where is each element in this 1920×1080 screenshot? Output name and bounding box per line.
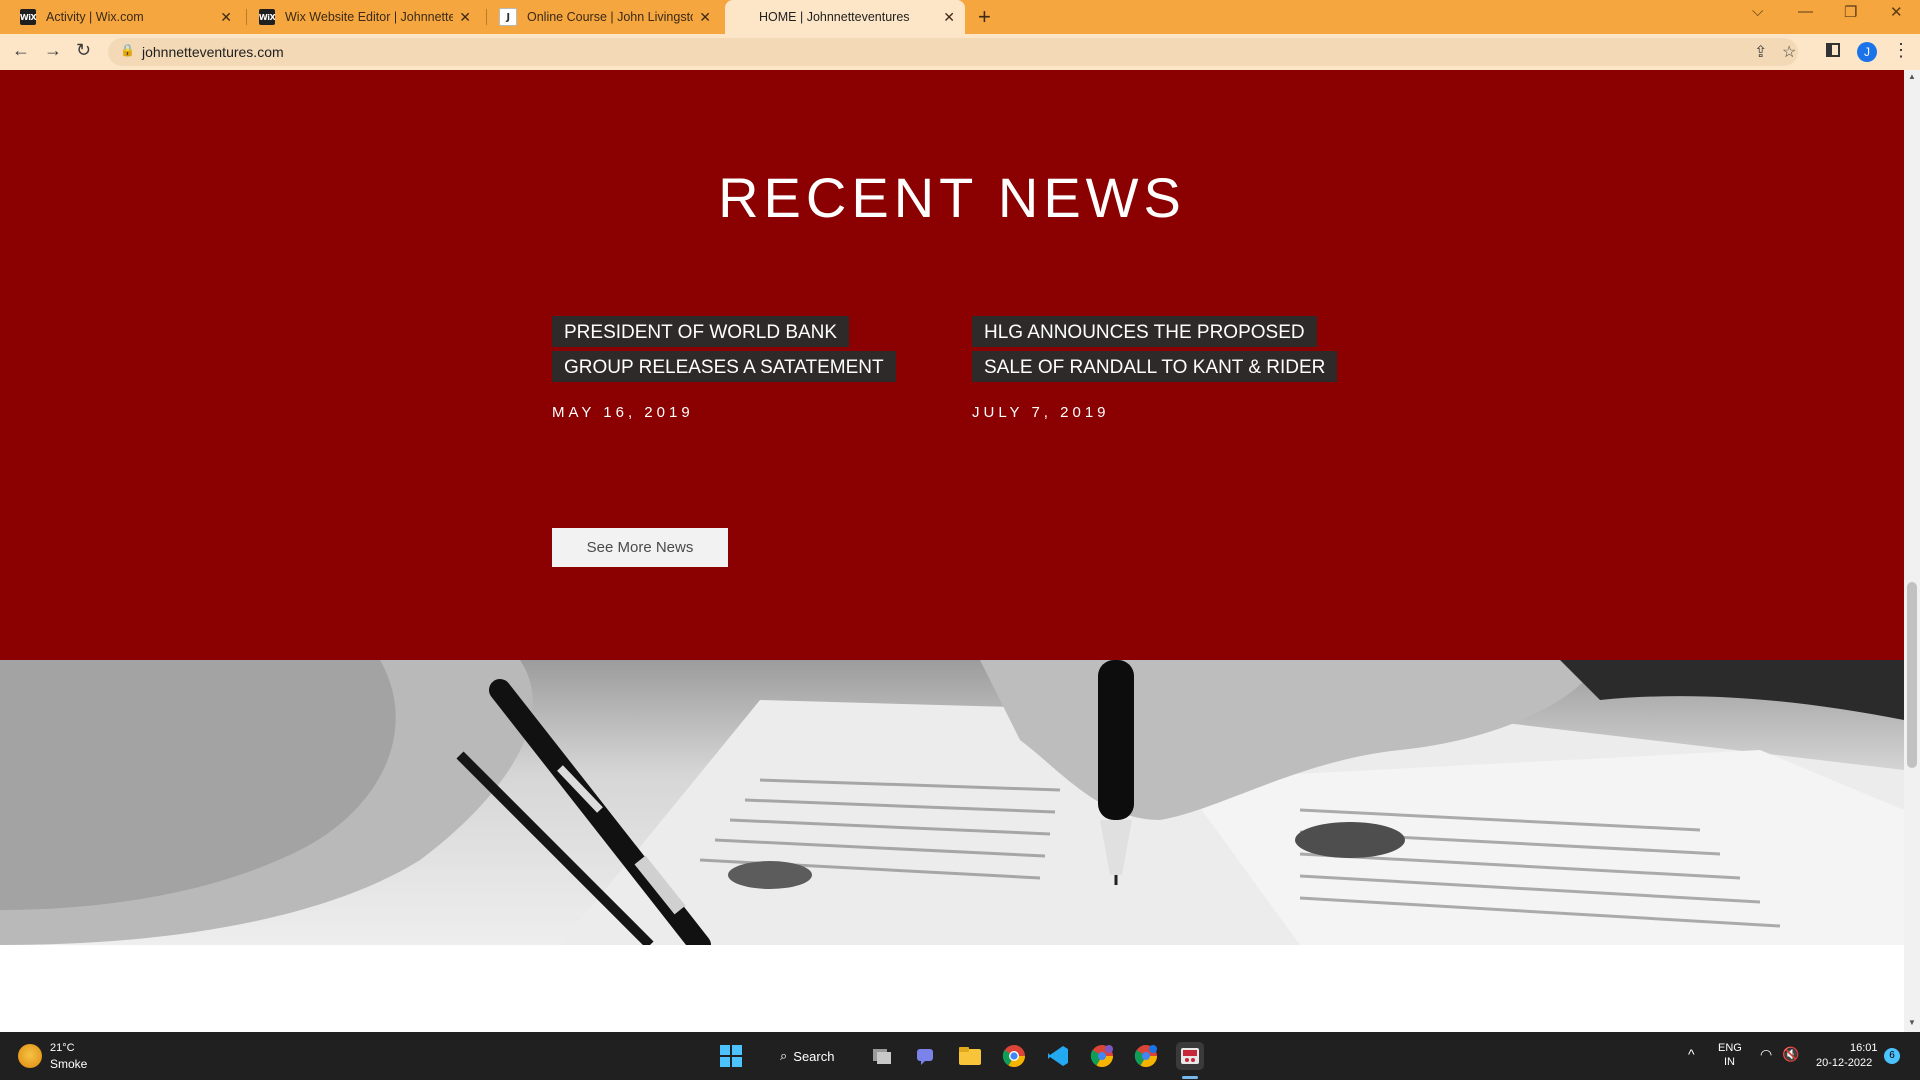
web-page: RECENT NEWS PRESIDENT OF WORLD BANK GROU… [0,70,1904,1032]
white-section [0,945,1904,1032]
wix-favicon-icon: WiX [20,9,37,25]
restore-icon[interactable]: ❐ [1844,3,1857,21]
share-icon[interactable]: ⇪ [1754,42,1767,62]
wifi-icon[interactable]: ◠ [1760,1046,1772,1063]
tab-title: Wix Website Editor | Johnnetteventures [285,10,454,24]
scroll-up-icon[interactable]: ▲ [1908,72,1916,81]
close-icon[interactable]: ✕ [943,9,955,26]
side-panel-icon[interactable] [1826,43,1840,57]
browser-toolbar: ← → ↻ 🔒 johnnetteventures.com ⇪ ☆ J ⋮ [0,34,1920,70]
browser-tab-strip: WiX Activity | Wix.com ✕ WiX Wix Website… [0,0,1920,34]
section-title: RECENT NEWS [718,166,1186,229]
chevron-up-icon[interactable]: ^ [1688,1046,1695,1062]
weather-temperature[interactable]: 21°C [50,1042,75,1054]
tab-online-course[interactable]: J Online Course | John Livingstone ✕ [481,0,721,34]
tab-wix-editor[interactable]: WiX Wix Website Editor | Johnnetteventur… [241,0,481,34]
scroll-down-icon[interactable]: ▼ [1908,1018,1916,1027]
tab-title: HOME | Johnnetteventures [759,10,910,24]
new-tab-button[interactable]: + [978,4,991,30]
close-window-icon[interactable]: ✕ [1890,3,1903,21]
bookmark-star-icon[interactable]: ☆ [1782,42,1796,62]
tab-search-chevron-icon[interactable]: ⌵ [1752,3,1763,20]
language-code[interactable]: ENG [1718,1042,1742,1054]
news-item[interactable]: PRESIDENT OF WORLD BANK GROUP RELEASES A… [552,316,896,421]
scrollbar-thumb[interactable] [1907,582,1917,768]
task-view-icon[interactable] [868,1042,896,1070]
tab-title: Activity | Wix.com [46,10,144,24]
forward-arrow-icon[interactable]: → [44,40,62,61]
chrome-profile-icon[interactable] [1132,1042,1160,1070]
minimize-icon[interactable]: — [1798,3,1813,20]
active-app-indicator [1182,1076,1198,1079]
address-bar[interactable]: 🔒 johnnetteventures.com ⇪ ☆ [108,38,1798,66]
teams-chat-icon[interactable] [912,1042,940,1070]
back-arrow-icon[interactable]: ← [12,40,30,61]
tab-activity-wix[interactable]: WiX Activity | Wix.com ✕ [2,0,242,34]
photo-illustration [0,660,1904,945]
chrome-profile-icon[interactable] [1088,1042,1116,1070]
news-headline-line[interactable]: SALE OF RANDALL TO KANT & RIDER [972,351,1338,386]
news-date: JULY 7, 2019 [972,404,1110,421]
url-text[interactable]: johnnetteventures.com [142,44,284,60]
notification-badge[interactable]: 6 [1884,1048,1900,1064]
close-icon[interactable]: ✕ [699,9,711,26]
news-headline-line[interactable]: PRESIDENT OF WORLD BANK [552,316,896,351]
chrome-icon[interactable] [1000,1042,1028,1070]
news-headline-line[interactable]: HLG ANNOUNCES THE PROPOSED [972,316,1337,351]
course-favicon-icon: J [499,8,517,26]
close-icon[interactable]: ✕ [459,9,471,26]
hands-with-charts-photo [0,660,1904,945]
tab-title: Online Course | John Livingstone [527,10,694,24]
profile-avatar[interactable]: J [1857,42,1877,62]
muted-speaker-icon[interactable]: 🔇 [1782,1046,1799,1063]
lock-icon[interactable]: 🔒 [120,43,135,57]
recent-news-section: RECENT NEWS PRESIDENT OF WORLD BANK GROU… [0,70,1904,660]
search-icon: ⌕ [780,1048,788,1063]
file-explorer-icon[interactable] [956,1042,984,1070]
tab-home-johnnetteventures[interactable]: HOME | Johnnetteventures ✕ [725,0,965,34]
news-headline-line[interactable]: GROUP RELEASES A SATATEMENT [552,351,896,386]
reload-icon[interactable]: ↻ [76,40,91,61]
news-date: MAY 16, 2019 [552,404,694,421]
weather-description[interactable]: Smoke [50,1057,87,1071]
clock-time[interactable]: 16:01 [1850,1042,1878,1054]
see-more-news-button[interactable]: See More News [552,528,728,567]
windows-start-icon[interactable] [717,1042,745,1070]
clock-date[interactable]: 20-12-2022 [1816,1057,1872,1069]
more-menu-icon[interactable]: ⋮ [1892,40,1910,61]
close-icon[interactable]: ✕ [220,9,232,26]
weather-icon[interactable] [18,1044,42,1068]
region-code[interactable]: IN [1724,1056,1735,1068]
wix-favicon-icon: WiX [259,9,276,25]
search-label: Search [793,1048,835,1064]
snipping-tool-icon[interactable] [1176,1042,1204,1070]
windows-taskbar: 21°C Smoke ⌕ Search ^ ENG IN ◠ 🔇 16:01 2… [0,1032,1920,1080]
vscode-icon[interactable] [1044,1042,1072,1070]
page-scrollbar[interactable]: ▲ ▼ [1904,70,1920,1032]
taskbar-search[interactable]: ⌕ Search [770,1040,864,1072]
news-item[interactable]: HLG ANNOUNCES THE PROPOSED SALE OF RANDA… [972,316,1338,421]
